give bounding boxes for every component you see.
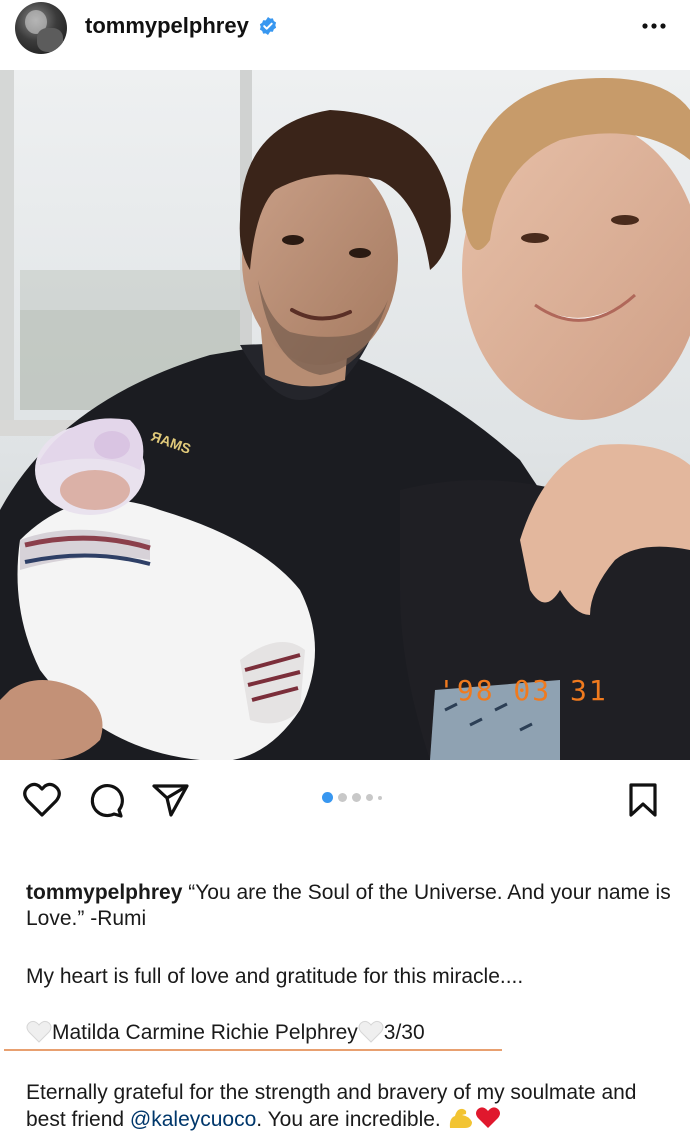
- caption-line-4: Eternally grateful for the strength and …: [26, 1080, 676, 1133]
- highlight-underline: [4, 1049, 502, 1051]
- post-username[interactable]: tommypelphrey: [85, 13, 249, 39]
- carousel-dot: [366, 794, 373, 802]
- caption-line-2: My heart is full of love and gratitude f…: [26, 965, 524, 988]
- more-horizontal-icon[interactable]: [638, 10, 670, 38]
- send-icon[interactable]: [150, 781, 190, 819]
- profile-avatar[interactable]: [15, 2, 67, 54]
- carousel-dot: [338, 793, 347, 803]
- white-heart-emoji-icon: [26, 1020, 52, 1043]
- birth-date: 3/30: [383, 1021, 425, 1044]
- carousel-dot: [378, 795, 382, 800]
- red-heart-emoji-icon: [475, 1107, 500, 1128]
- post-caption: tommypelphrey “You are the Soul of the U…: [26, 880, 676, 1133]
- caption-text: . You are incredible.: [256, 1108, 447, 1131]
- caption-line-3: Matilda Carmine Richie Pelphrey 3/30: [26, 1020, 676, 1046]
- baby-name: Matilda Carmine Richie Pelphrey: [52, 1021, 358, 1044]
- avatar-figure: [37, 28, 63, 52]
- white-heart-emoji-icon: [358, 1020, 384, 1043]
- comment-icon[interactable]: [86, 781, 126, 819]
- photo-image: ЯAMS '98 03 31: [0, 70, 690, 760]
- like-heart-icon[interactable]: [22, 781, 62, 819]
- caption-username[interactable]: tommypelphrey: [26, 881, 182, 904]
- verified-badge-icon: [259, 17, 277, 35]
- carousel-dot: [352, 793, 361, 803]
- mention-link[interactable]: @kaleycuoco: [130, 1108, 256, 1131]
- post-header: tommypelphrey: [0, 0, 690, 70]
- date-stamp: '98 03 31: [438, 674, 608, 707]
- carousel-indicator: [322, 789, 387, 804]
- post-photo[interactable]: ЯAMS '98 03 31: [0, 70, 690, 760]
- caption-line-1: tommypelphrey “You are the Soul of the U…: [26, 880, 676, 932]
- flexed-biceps-emoji-icon: [449, 1108, 472, 1128]
- bookmark-icon[interactable]: [626, 781, 660, 819]
